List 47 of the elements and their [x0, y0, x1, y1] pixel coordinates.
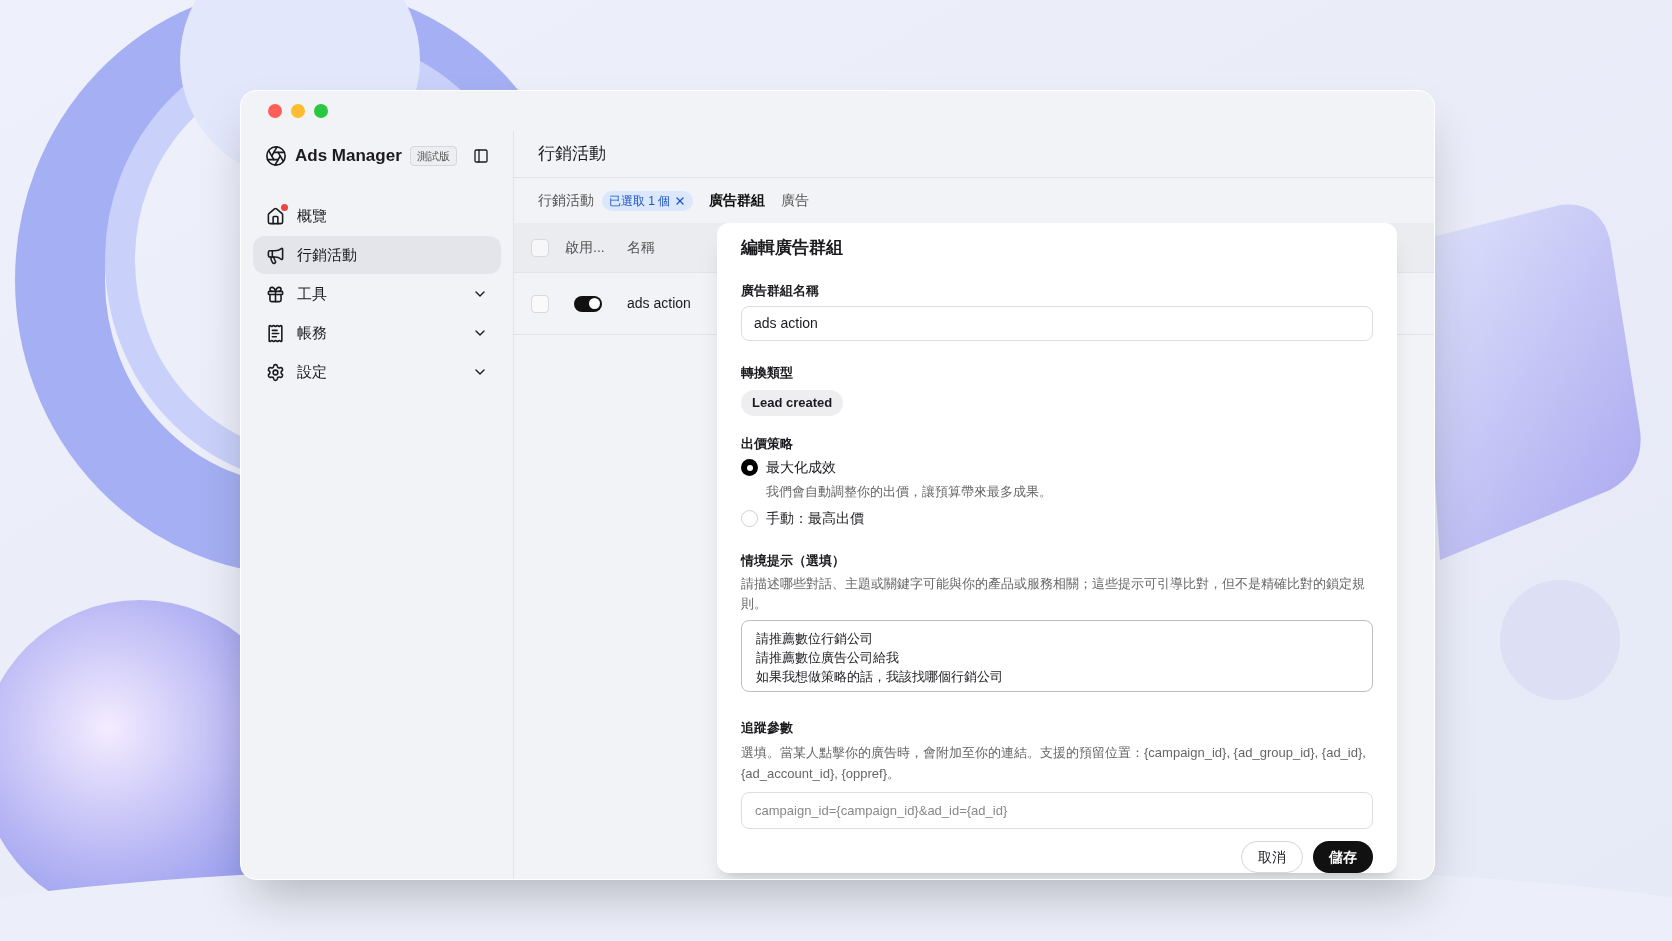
gift-icon	[266, 284, 285, 304]
radio-label: 手動：最高出價	[766, 508, 864, 528]
sidebar-item[interactable]: 設定	[253, 353, 501, 391]
radio-label: 最大化成效	[766, 458, 836, 477]
tracking-input[interactable]: campaign_id={campaign_id}&ad_id={ad_id}	[741, 791, 1373, 829]
field-label: 廣告群組名稱	[741, 281, 820, 300]
radio-button[interactable]	[741, 459, 758, 476]
filter-chip[interactable]: 已選取 1 個	[602, 190, 694, 211]
option-description: 我們會自動調整你的出價，讓預算帶來最多成果。	[766, 483, 1053, 501]
tab[interactable]: 行銷活動	[538, 190, 594, 211]
sidebar-item[interactable]: 行銷活動	[253, 236, 501, 274]
text-line: 請推薦數位廣告公司給我	[756, 649, 900, 667]
sidebar-toggle-icon[interactable]	[473, 148, 489, 164]
field-label: 轉換類型	[741, 363, 794, 382]
dialog-title: 編輯廣告群組	[741, 237, 844, 259]
beta-badge: 測試版	[409, 145, 457, 167]
checkbox[interactable]	[531, 294, 549, 313]
app-name: Ads Manager	[295, 145, 402, 168]
column-header: 名稱	[627, 238, 655, 257]
home-icon	[266, 206, 285, 226]
tab[interactable]: 廣告	[781, 190, 810, 211]
toggle-switch[interactable]	[574, 295, 602, 312]
checkbox[interactable]	[531, 238, 549, 257]
megaphone-icon	[266, 245, 285, 265]
field-label: 追蹤參數	[741, 719, 794, 737]
settings-icon	[266, 362, 285, 382]
sidebar-item[interactable]: 帳務	[253, 314, 501, 352]
context-textarea[interactable]: 請推薦數位行銷公司 請推薦數位廣告公司給我 如果我想做策略的話，我該找哪個行銷公司	[741, 620, 1373, 692]
field-label: 出價策略	[741, 434, 794, 453]
field-description: 請描述哪些對話、主題或關鍵字可能與你的產品或服務相關；這些提示可引導比對，但不是精確比對的鎖定規則。	[741, 575, 1366, 613]
cancel-button[interactable]: 取消	[1241, 841, 1303, 873]
save-button[interactable]: 儲存	[1313, 841, 1373, 873]
tab[interactable]: 廣告群組	[709, 190, 766, 211]
name-input[interactable]: ads action	[741, 306, 1373, 341]
sidebar-item[interactable]: 工具	[253, 275, 501, 313]
conversion-chip: Lead created	[741, 390, 844, 416]
logo-icon	[265, 145, 287, 167]
page-title: 行銷活動	[538, 143, 606, 166]
field-label: 情境提示（選填）	[741, 551, 846, 570]
text-line: 請推薦數位行銷公司	[756, 630, 874, 648]
sidebar-item[interactable]: 概覽	[253, 197, 501, 235]
field-description: 選填。當某人點擊你的廣告時，會附加至你的連結。支援的預留位置：{campaign_id}, {ad_group_id}, {ad_id}, {ad_account_id}, {oppref}。	[741, 743, 1367, 783]
table-cell-text: ads action	[627, 294, 691, 313]
close-window-button[interactable]	[268, 104, 282, 118]
column-header: 啟用...	[565, 238, 606, 257]
receipt-icon	[266, 323, 285, 343]
text-line: 如果我想做策略的話，我該找哪個行銷公司	[756, 668, 1004, 686]
